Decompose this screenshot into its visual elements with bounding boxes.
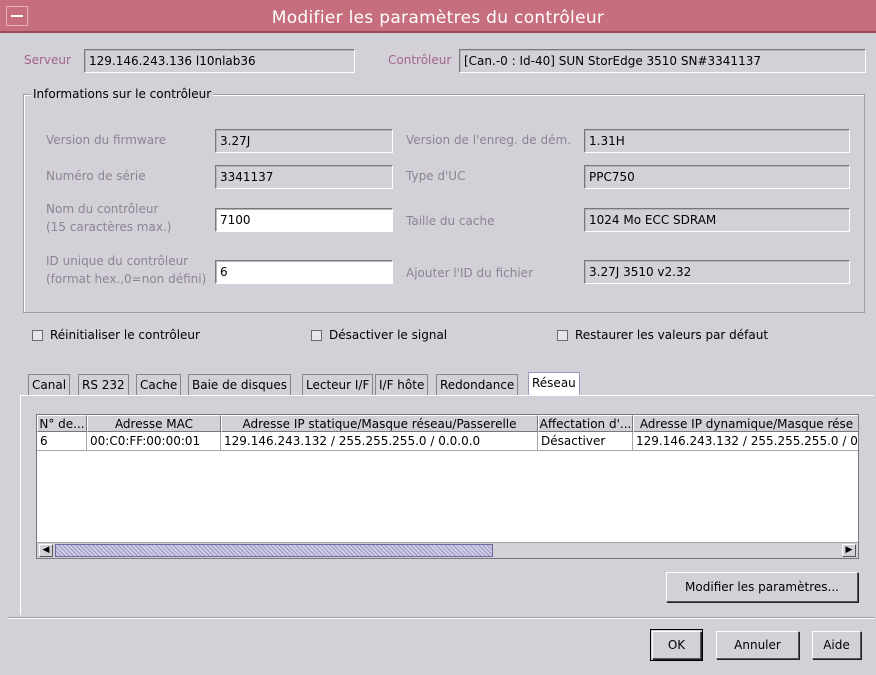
column-header-assignment[interactable]: Affectation d'... [538,415,633,432]
tab-network[interactable]: Réseau [528,372,580,396]
unique-id-label: ID unique du contrôleur [46,254,189,268]
server-field: 129.146.243.136 l10nlab36 [84,49,355,73]
table-cell[interactable]: 00:C0:FF:00:00:01 [87,432,221,451]
ok-button[interactable]: OK [652,631,701,659]
tab-host-if[interactable]: I/F hôte [375,374,429,395]
modify-settings-button[interactable]: Modifier les paramètres... [666,572,858,602]
reset-controller-checkbox[interactable] [32,330,43,341]
table-cell[interactable]: 129.146.243.132 / 255.255.255.0 / 0 [633,432,858,451]
scrollbar-thumb[interactable] [55,544,493,557]
disable-signal-checkbox[interactable] [311,330,322,341]
restore-defaults-label[interactable]: Restaurer les valeurs par défaut [575,328,768,342]
cache-size-field: 1024 Mo ECC SDRAM [584,208,850,232]
firmware-version-label: Version du firmware [46,133,167,147]
column-header-static-ip[interactable]: Adresse IP statique/Masque réseau/Passer… [221,415,538,432]
dialog-window: Modifier les paramètres du contrôleur Se… [0,0,876,675]
help-button[interactable]: Aide [812,631,861,659]
serial-number-field: 3341137 [215,165,393,189]
file-id-label: Ajouter l'ID du fichier [406,266,534,280]
horizontal-scrollbar[interactable]: ◀ ▶ [37,542,858,558]
scroll-right-icon[interactable]: ▶ [842,544,856,557]
controller-label: Contrôleur [388,53,452,67]
serial-number-label: Numéro de série [46,169,146,183]
disable-signal-label[interactable]: Désactiver le signal [329,328,447,342]
controller-name-input[interactable]: 7100 [215,208,393,232]
reset-controller-label[interactable]: Réinitialiser le contrôleur [50,328,200,342]
column-header-number[interactable]: N° de... [37,415,87,432]
cpu-type-label: Type d'UC [406,169,466,183]
title-bar[interactable]: Modifier les paramètres du contrôleur [0,0,876,33]
controller-field: [Can.-0 : Id-40] SUN StorEdge 3510 SN#33… [459,49,866,73]
tab-cache[interactable]: Cache [136,374,182,395]
firmware-version-field: 3.27J [215,129,393,153]
controller-info-group-title: Informations sur le contrôleur [31,87,214,101]
controller-name-hint: (15 caractères max.) [46,220,172,234]
tab-disk-array[interactable]: Baie de disques [188,374,291,395]
tab-redundancy[interactable]: Redondance [436,374,519,395]
scroll-left-icon[interactable]: ◀ [39,544,53,557]
controller-name-label: Nom du contrôleur [46,202,159,216]
file-id-field: 3.27J 3510 v2.32 [584,260,850,284]
boot-record-version-label: Version de l'enreg. de dém. [406,133,571,147]
unique-id-input[interactable]: 6 [215,260,393,284]
cache-size-label: Taille du cache [406,214,495,228]
cancel-button[interactable]: Annuler [716,631,799,659]
boot-record-version-field: 1.31H [584,129,850,153]
window-title: Modifier les paramètres du contrôleur [271,8,605,28]
table-cell[interactable]: 6 [37,432,87,451]
table-cell[interactable]: Désactiver [538,432,633,451]
column-header-dynamic-ip[interactable]: Adresse IP dynamique/Masque rése [633,415,858,432]
tab-rs232[interactable]: RS 232 [78,374,129,395]
server-label: Serveur [24,53,71,67]
network-table[interactable]: N° de... Adresse MAC Adresse IP statique… [36,414,859,559]
separator [8,617,874,619]
restore-defaults-checkbox[interactable] [557,330,568,341]
table-cell[interactable]: 129.146.243.132 / 255.255.255.0 / 0.0.0.… [221,432,538,451]
unique-id-hint: (format hex.,0=non défini) [46,272,207,286]
tab-drive-if[interactable]: Lecteur I/F [302,374,374,395]
tab-canal[interactable]: Canal [28,374,71,395]
column-header-mac[interactable]: Adresse MAC [87,415,221,432]
cpu-type-field: PPC750 [584,165,850,189]
